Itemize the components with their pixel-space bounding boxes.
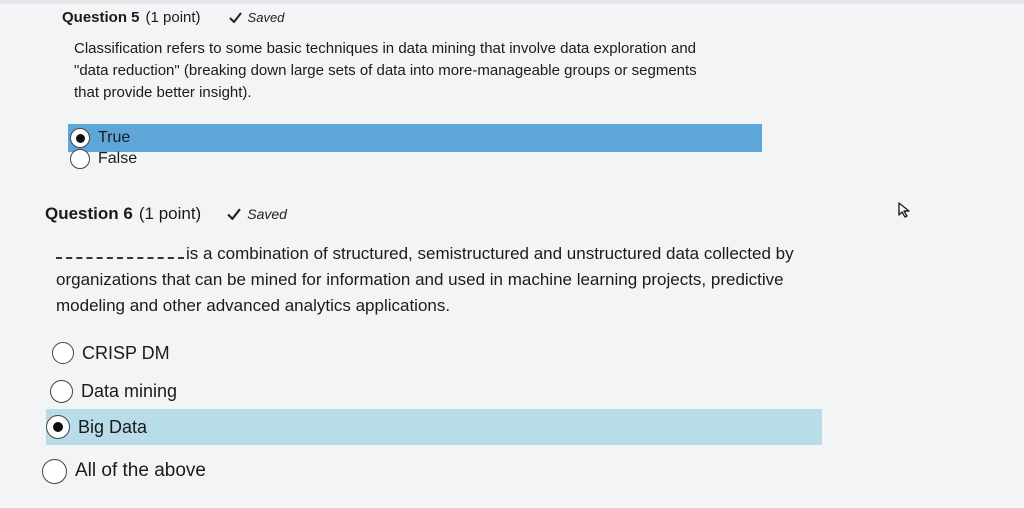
radio-button[interactable] <box>50 379 73 403</box>
option-crisp-dm[interactable]: CRISP DM <box>52 338 352 368</box>
mouse-pointer-icon <box>898 202 910 218</box>
top-divider <box>0 0 1024 4</box>
checkmark-icon <box>228 12 242 23</box>
option-label: False <box>98 150 138 167</box>
option-label: Data mining <box>81 380 178 401</box>
radio-button[interactable] <box>52 342 74 364</box>
option-false[interactable]: False <box>68 145 368 173</box>
checkmark-icon <box>227 208 242 220</box>
saved-status: Saved <box>228 10 285 25</box>
question-5-text: Classification refers to some basic tech… <box>74 40 697 101</box>
question-5-header: Question 5 (1 point) Saved <box>62 9 284 26</box>
saved-status: Saved <box>227 206 287 222</box>
question-title: Question 5 <box>62 9 140 26</box>
option-big-data[interactable]: Big Data <box>46 409 822 445</box>
question-6-header: Question 6 (1 point) Saved <box>45 204 287 224</box>
question-points: (1 point) <box>138 204 202 223</box>
question-points: (1 point) <box>145 9 201 26</box>
saved-label: Saved <box>247 10 285 25</box>
question-6-text: is a combination of structured, semistru… <box>56 241 796 319</box>
fill-blank <box>56 247 184 259</box>
option-data-mining[interactable]: Data mining <box>50 376 350 406</box>
option-all-of-the-above[interactable]: All of the above <box>42 455 342 487</box>
radio-button[interactable] <box>70 149 90 169</box>
option-label: All of the above <box>75 460 206 481</box>
radio-button[interactable] <box>46 415 70 439</box>
option-label: Big Data <box>78 416 148 437</box>
radio-button[interactable] <box>42 458 67 484</box>
question-title: Question 6 <box>45 204 133 223</box>
saved-label: Saved <box>247 206 287 222</box>
option-label: CRISP DM <box>82 342 170 363</box>
